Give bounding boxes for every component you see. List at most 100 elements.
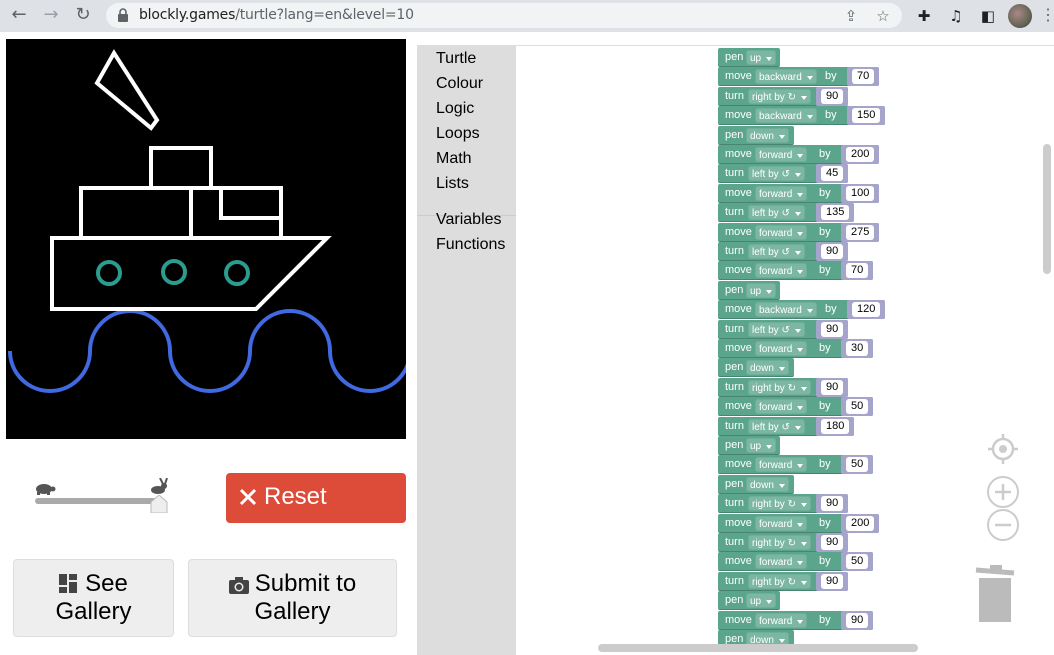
- move-block[interactable]: move forward by 30: [718, 339, 873, 358]
- number-value[interactable]: 90: [821, 496, 844, 511]
- toolbox-category-lists[interactable]: Lists: [436, 175, 469, 193]
- reset-button[interactable]: Reset: [226, 473, 406, 523]
- recenter-target-icon[interactable]: [986, 432, 1020, 466]
- pen-state-dropdown[interactable]: up: [746, 283, 777, 298]
- number-value[interactable]: 50: [846, 554, 869, 569]
- pen-state-dropdown[interactable]: down: [746, 477, 789, 492]
- toolbox-category-turtle[interactable]: Turtle: [436, 50, 476, 68]
- pen-block[interactable]: pen up: [718, 48, 780, 67]
- turn-direction-dropdown[interactable]: right by ↻: [748, 535, 811, 550]
- number-block[interactable]: 90: [816, 572, 848, 591]
- profile-avatar[interactable]: [1008, 4, 1032, 28]
- number-block[interactable]: 50: [841, 455, 873, 474]
- number-block[interactable]: 180: [816, 417, 854, 436]
- move-block[interactable]: move backward by 150: [718, 106, 885, 125]
- pen-block[interactable]: pen up: [718, 281, 780, 300]
- number-value[interactable]: 50: [846, 457, 869, 472]
- direction-dropdown[interactable]: backward: [755, 302, 817, 317]
- turn-direction-dropdown[interactable]: right by ↻: [748, 380, 811, 395]
- speed-slider[interactable]: [28, 478, 178, 518]
- number-value[interactable]: 275: [846, 225, 875, 240]
- number-block[interactable]: 90: [816, 494, 848, 513]
- number-block[interactable]: 90: [816, 242, 848, 261]
- move-block[interactable]: move forward by 275: [718, 223, 879, 242]
- number-value[interactable]: 180: [821, 419, 850, 434]
- turn-direction-dropdown[interactable]: left by ↺: [748, 244, 805, 259]
- number-value[interactable]: 200: [846, 516, 875, 531]
- number-block[interactable]: 70: [841, 261, 873, 280]
- address-bar[interactable]: blockly.games/turtle?lang=en&level=10 ⇪ …: [106, 3, 902, 28]
- number-value[interactable]: 90: [821, 574, 844, 589]
- number-block[interactable]: 90: [816, 320, 848, 339]
- number-value[interactable]: 90: [821, 244, 844, 259]
- turn-block[interactable]: turn left by ↺ 90: [718, 242, 848, 261]
- number-value[interactable]: 70: [846, 263, 869, 278]
- direction-dropdown[interactable]: backward: [755, 69, 817, 84]
- horizontal-scrollbar[interactable]: [598, 644, 918, 652]
- number-value[interactable]: 90: [846, 613, 869, 628]
- direction-dropdown[interactable]: forward: [755, 186, 808, 201]
- direction-dropdown[interactable]: forward: [755, 457, 808, 472]
- number-block[interactable]: 30: [841, 339, 873, 358]
- pen-block[interactable]: pen up: [718, 436, 780, 455]
- vertical-scrollbar[interactable]: [1043, 144, 1051, 274]
- media-control-icon[interactable]: ♫: [946, 6, 966, 26]
- pen-block[interactable]: pen down: [718, 475, 794, 494]
- reload-icon[interactable]: ↻: [72, 4, 94, 26]
- number-block[interactable]: 90: [841, 611, 873, 630]
- direction-dropdown[interactable]: forward: [755, 263, 808, 278]
- direction-dropdown[interactable]: forward: [755, 554, 808, 569]
- share-icon[interactable]: ⇪: [842, 7, 860, 25]
- move-block[interactable]: move backward by 70: [718, 67, 879, 86]
- toolbox-category-loops[interactable]: Loops: [436, 125, 480, 143]
- turn-block[interactable]: turn left by ↺ 45: [718, 164, 848, 183]
- number-value[interactable]: 90: [821, 535, 844, 550]
- move-block[interactable]: move forward by 50: [718, 455, 873, 474]
- number-block[interactable]: 90: [816, 378, 848, 397]
- turn-direction-dropdown[interactable]: right by ↻: [748, 574, 811, 589]
- number-block[interactable]: 50: [841, 552, 873, 571]
- move-block[interactable]: move forward by 50: [718, 397, 873, 416]
- number-block[interactable]: 50: [841, 397, 873, 416]
- number-block[interactable]: 200: [841, 145, 879, 164]
- move-block[interactable]: move forward by 90: [718, 611, 873, 630]
- move-block[interactable]: move forward by 50: [718, 552, 873, 571]
- bookmark-star-icon[interactable]: ☆: [874, 7, 892, 25]
- see-gallery-button[interactable]: See Gallery: [13, 559, 174, 637]
- direction-dropdown[interactable]: forward: [755, 147, 808, 162]
- toolbox-category-functions[interactable]: Functions: [436, 236, 505, 254]
- zoom-out-icon[interactable]: [986, 508, 1020, 542]
- direction-dropdown[interactable]: forward: [755, 516, 808, 531]
- turn-block[interactable]: turn right by ↻ 90: [718, 533, 848, 552]
- number-block[interactable]: 90: [816, 87, 848, 106]
- pen-state-dropdown[interactable]: up: [746, 438, 777, 453]
- turn-direction-dropdown[interactable]: left by ↺: [748, 419, 805, 434]
- pen-state-dropdown[interactable]: down: [746, 360, 789, 375]
- turn-block[interactable]: turn left by ↺ 180: [718, 417, 854, 436]
- pen-block[interactable]: pen down: [718, 126, 794, 145]
- direction-dropdown[interactable]: forward: [755, 225, 808, 240]
- number-block[interactable]: 90: [816, 533, 848, 552]
- turn-block[interactable]: turn right by ↻ 90: [718, 572, 848, 591]
- turn-direction-dropdown[interactable]: right by ↻: [748, 496, 811, 511]
- number-block[interactable]: 120: [847, 300, 885, 319]
- toolbox-category-math[interactable]: Math: [436, 150, 472, 168]
- kebab-menu-icon[interactable]: ⋮: [1040, 6, 1054, 26]
- turn-direction-dropdown[interactable]: left by ↺: [748, 205, 805, 220]
- number-block[interactable]: 100: [841, 184, 879, 203]
- number-value[interactable]: 45: [821, 166, 844, 181]
- number-value[interactable]: 90: [821, 380, 844, 395]
- number-block[interactable]: 200: [841, 514, 879, 533]
- pen-state-dropdown[interactable]: up: [746, 593, 777, 608]
- submit-to-gallery-button[interactable]: Submit to Gallery: [188, 559, 397, 637]
- number-value[interactable]: 150: [852, 108, 881, 123]
- move-block[interactable]: move backward by 120: [718, 300, 885, 319]
- number-value[interactable]: 90: [821, 322, 844, 337]
- turn-block[interactable]: turn right by ↻ 90: [718, 494, 848, 513]
- direction-dropdown[interactable]: forward: [755, 399, 808, 414]
- turn-block[interactable]: turn right by ↻ 90: [718, 87, 848, 106]
- back-arrow-icon[interactable]: ←: [8, 4, 30, 26]
- turn-block[interactable]: turn left by ↺ 90: [718, 320, 848, 339]
- number-value[interactable]: 30: [846, 341, 869, 356]
- direction-dropdown[interactable]: forward: [755, 613, 808, 628]
